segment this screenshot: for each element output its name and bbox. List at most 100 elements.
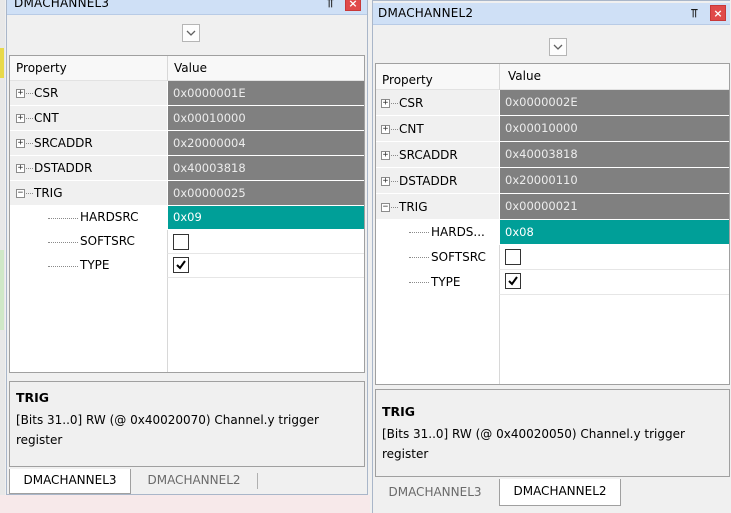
property-value[interactable]: 0x00010000 [499, 116, 729, 142]
tab-dmachannel2[interactable]: DMACHANNEL2 [135, 469, 253, 494]
column-header-property[interactable]: Property [378, 68, 433, 92]
view-dropdown[interactable] [182, 24, 200, 42]
grid-header: Property Value [10, 56, 364, 81]
column-divider[interactable] [499, 64, 500, 90]
property-label: CSR [399, 96, 424, 110]
chevron-down-icon [553, 44, 563, 50]
property-grid: Property Value + CSR 0x0000002E + CNT 0x… [375, 63, 730, 385]
property-label: DSTADDR [34, 161, 93, 175]
property-value[interactable]: 0x00000025 [167, 181, 364, 206]
tab-strip: DMACHANNEL3 DMACHANNEL2 [373, 479, 730, 507]
column-header-value[interactable]: Value [170, 56, 207, 80]
close-button[interactable]: × [710, 5, 726, 21]
property-value[interactable]: 0x00000021 [499, 194, 729, 220]
background-strip [0, 495, 370, 513]
close-button[interactable]: × [345, 0, 361, 11]
property-value[interactable]: 0x0000002E [499, 90, 729, 116]
property-row-csr[interactable]: + CSR 0x0000001E [10, 81, 364, 106]
background-marker [0, 48, 4, 78]
expand-icon[interactable]: + [16, 89, 25, 98]
column-header-value[interactable]: Value [504, 64, 541, 88]
property-value[interactable]: 0x0000001E [167, 81, 364, 106]
property-value[interactable]: 0x40003818 [167, 156, 364, 181]
description-panel: TRIG [Bits 31..0] RW (@ 0x40020070) Chan… [9, 381, 365, 467]
property-label: DSTADDR [399, 174, 458, 188]
tab-dmachannel3[interactable]: DMACHANNEL3 [375, 479, 495, 506]
property-row-trig[interactable]: − TRIG 0x00000025 [10, 181, 364, 206]
property-label: TYPE [80, 258, 110, 272]
description-title: TRIG [382, 404, 416, 419]
property-label: CNT [399, 122, 424, 136]
expand-icon[interactable]: + [381, 99, 390, 108]
expand-icon[interactable]: + [381, 125, 390, 134]
expand-icon[interactable]: + [381, 177, 390, 186]
property-row-softsrc[interactable]: SOFTSRC [376, 245, 729, 270]
property-row-dstaddr[interactable]: + DSTADDR 0x40003818 [10, 156, 364, 181]
property-row-srcaddr[interactable]: + SRCADDR 0x20000004 [10, 131, 364, 156]
panel-title: DMACHANNEL3 [14, 0, 110, 10]
property-label: HARDS... [431, 225, 485, 239]
property-label: SRCADDR [399, 148, 458, 162]
property-row-cnt[interactable]: + CNT 0x00010000 [376, 116, 729, 142]
property-row-hardsrc[interactable]: HARDSRC 0x09 [10, 206, 364, 230]
column-divider-body [499, 295, 500, 384]
expand-icon[interactable]: + [16, 164, 25, 173]
property-label: SOFTSRC [431, 250, 486, 264]
description-panel: TRIG [Bits 31..0] RW (@ 0x40020050) Chan… [375, 389, 730, 477]
property-label: SRCADDR [34, 136, 93, 150]
property-value[interactable]: 0x00010000 [167, 106, 364, 131]
property-value[interactable]: 0x40003818 [499, 142, 729, 168]
checkmark-icon [176, 260, 186, 270]
title-bar: DMACHANNEL2 ⫪ × [373, 3, 730, 25]
property-row-softsrc[interactable]: SOFTSRC [10, 230, 364, 254]
property-label: SOFTSRC [80, 234, 135, 248]
column-divider-body [167, 278, 168, 372]
collapse-icon[interactable]: − [16, 189, 25, 198]
property-value-selected[interactable]: 0x08 [499, 220, 729, 245]
property-value[interactable]: 0x20000004 [167, 131, 364, 156]
pin-icon[interactable]: ⫪ [691, 6, 698, 21]
title-bar: DMACHANNEL3 ⫪ × [7, 0, 367, 15]
chevron-down-icon [186, 30, 196, 36]
property-label: CNT [34, 111, 59, 125]
pin-icon[interactable]: ⫪ [327, 0, 334, 11]
property-label: TRIG [34, 186, 63, 200]
description-text: [Bits 31..0] RW (@ 0x40020050) Channel.y… [382, 427, 685, 461]
view-dropdown[interactable] [549, 38, 567, 56]
property-row-trig[interactable]: − TRIG 0x00000021 [376, 194, 729, 220]
panel-dmachannel3: DMACHANNEL3 ⫪ × Property Value + CSR 0x0… [6, 0, 368, 495]
property-label: TYPE [431, 275, 461, 289]
expand-icon[interactable]: + [381, 151, 390, 160]
column-divider[interactable] [167, 56, 168, 81]
property-grid: Property Value + CSR 0x0000001E + CNT 0x… [9, 55, 365, 373]
panel-dmachannel2: DMACHANNEL2 ⫪ × Property Value + CSR 0x0… [372, 0, 730, 513]
expand-icon[interactable]: + [16, 139, 25, 148]
property-row-cnt[interactable]: + CNT 0x00010000 [10, 106, 364, 131]
description-text: [Bits 31..0] RW (@ 0x40020070) Channel.y… [16, 413, 319, 447]
tab-strip: DMACHANNEL3 DMACHANNEL2 [7, 469, 367, 495]
tab-dmachannel3[interactable]: DMACHANNEL3 [9, 469, 131, 494]
property-row-type[interactable]: TYPE [10, 254, 364, 278]
description-title: TRIG [16, 390, 50, 405]
column-header-property[interactable]: Property [12, 56, 67, 80]
type-checkbox[interactable] [173, 257, 189, 273]
property-value[interactable]: 0x20000110 [499, 168, 729, 194]
property-value-selected[interactable]: 0x09 [167, 206, 364, 230]
property-label: CSR [34, 86, 59, 100]
softsrc-checkbox[interactable] [173, 234, 189, 250]
checkmark-icon [508, 276, 518, 286]
expand-icon[interactable]: + [16, 114, 25, 123]
tab-dmachannel2[interactable]: DMACHANNEL2 [499, 479, 621, 506]
type-checkbox[interactable] [505, 273, 521, 289]
property-label: HARDSRC [80, 210, 139, 224]
property-row-dstaddr[interactable]: + DSTADDR 0x20000110 [376, 168, 729, 194]
softsrc-checkbox[interactable] [505, 249, 521, 265]
property-row-srcaddr[interactable]: + SRCADDR 0x40003818 [376, 142, 729, 168]
property-row-type[interactable]: TYPE [376, 270, 729, 295]
property-row-hardsrc[interactable]: HARDS... 0x08 [376, 220, 729, 245]
collapse-icon[interactable]: − [381, 203, 390, 212]
property-row-csr[interactable]: + CSR 0x0000002E [376, 90, 729, 116]
property-label: TRIG [399, 200, 428, 214]
background-marker [0, 250, 4, 330]
grid-header: Property Value [376, 64, 729, 90]
